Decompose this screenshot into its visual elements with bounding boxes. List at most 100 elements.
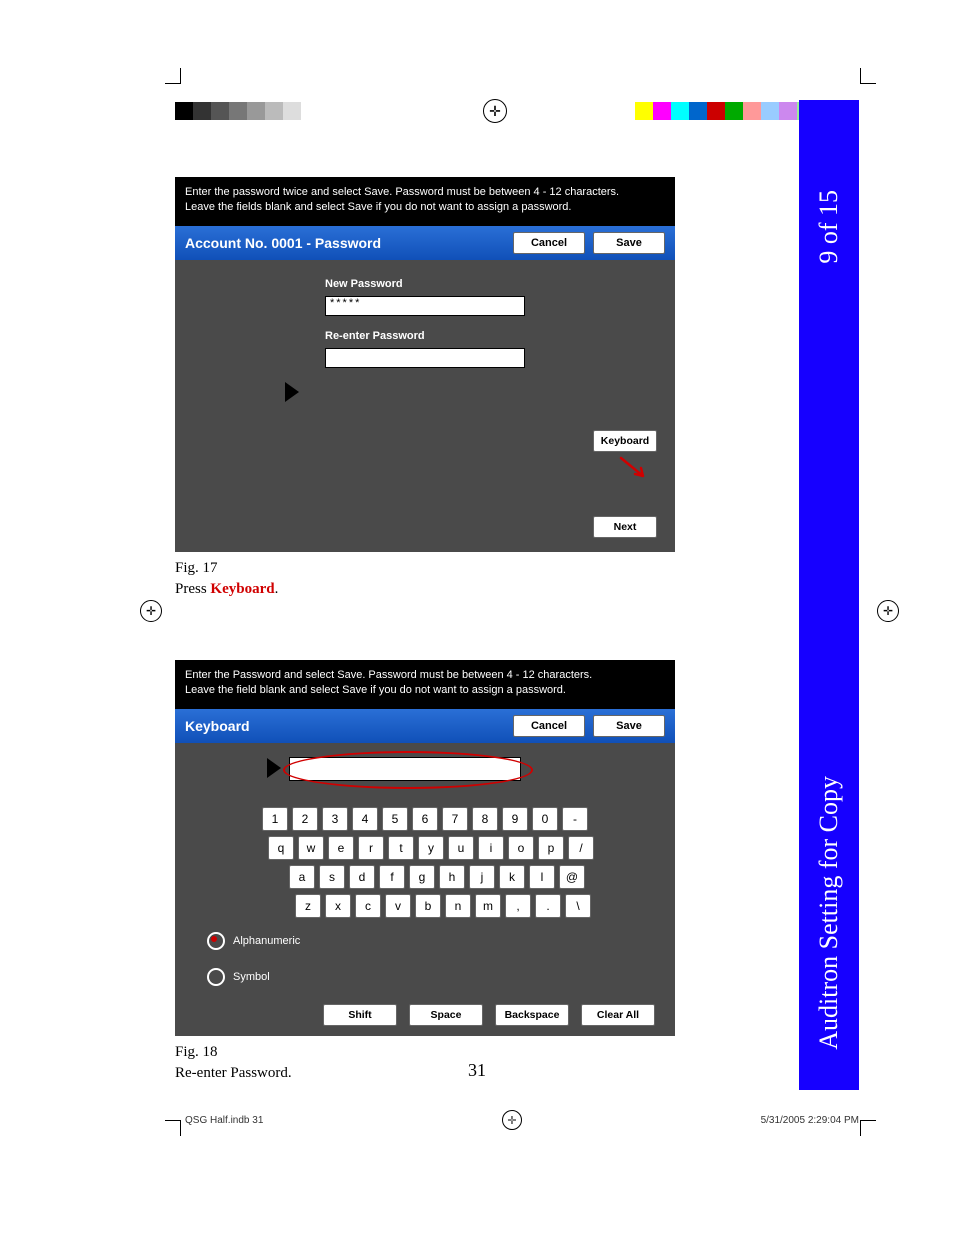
dialog-body: 1234567890- qwertyuiop/ asdfghjkl@ zxcvbnm,… bbox=[175, 743, 675, 1036]
keyboard-key[interactable]: b bbox=[415, 894, 441, 918]
keyboard-key[interactable]: 7 bbox=[442, 807, 468, 831]
keyboard-key[interactable]: i bbox=[478, 836, 504, 860]
registration-mark-icon: ✛ bbox=[483, 99, 507, 123]
color-swatch bbox=[725, 102, 743, 120]
keyboard-key[interactable]: k bbox=[499, 865, 525, 889]
color-swatch bbox=[743, 102, 761, 120]
color-swatch bbox=[779, 102, 797, 120]
keyboard-key[interactable]: a bbox=[289, 865, 315, 889]
page-number: 31 bbox=[0, 1060, 954, 1081]
keyboard-key[interactable]: 1 bbox=[262, 807, 288, 831]
keyboard-key[interactable]: e bbox=[328, 836, 354, 860]
keyboard-key[interactable]: z bbox=[295, 894, 321, 918]
keyboard-key[interactable]: 4 bbox=[352, 807, 378, 831]
alphanumeric-radio[interactable]: Alphanumeric bbox=[207, 932, 661, 950]
print-footer: QSG Half.indb 31 ✛ 5/31/2005 2:29:04 PM bbox=[185, 1110, 859, 1130]
keyboard-key[interactable]: d bbox=[349, 865, 375, 889]
color-swatch bbox=[175, 102, 193, 120]
keyboard-key[interactable]: g bbox=[409, 865, 435, 889]
cursor-arrow-icon bbox=[267, 758, 281, 778]
keyboard-key[interactable]: @ bbox=[559, 865, 585, 889]
keyboard-key[interactable]: u bbox=[448, 836, 474, 860]
backspace-button[interactable]: Backspace bbox=[495, 1004, 569, 1026]
title-bar: Keyboard Cancel Save bbox=[175, 709, 675, 743]
keyboard-key[interactable]: r bbox=[358, 836, 384, 860]
color-swatches-right bbox=[635, 102, 815, 120]
title-bar-title: Keyboard bbox=[185, 718, 505, 734]
keyboard-key[interactable]: m bbox=[475, 894, 501, 918]
color-swatch bbox=[337, 102, 355, 120]
document-page: ✛ ✛ ✛ Enter the password twice and selec… bbox=[0, 0, 954, 1235]
keyboard-key[interactable]: 6 bbox=[412, 807, 438, 831]
color-swatch bbox=[653, 102, 671, 120]
keyboard-key[interactable]: \ bbox=[565, 894, 591, 918]
screenshot-fig17: Enter the password twice and select Save… bbox=[175, 177, 675, 552]
keyboard-key[interactable]: j bbox=[469, 865, 495, 889]
color-swatch bbox=[211, 102, 229, 120]
registration-mark-icon: ✛ bbox=[140, 600, 162, 622]
keyboard-key[interactable]: w bbox=[298, 836, 324, 860]
keyboard-key[interactable]: 3 bbox=[322, 807, 348, 831]
shift-button[interactable]: Shift bbox=[323, 1004, 397, 1026]
keyboard-button[interactable]: Keyboard bbox=[593, 430, 657, 452]
keyboard-key[interactable]: x bbox=[325, 894, 351, 918]
onscreen-keyboard: 1234567890- qwertyuiop/ asdfghjkl@ zxcvbnm,… bbox=[189, 807, 661, 918]
keyboard-key[interactable]: n bbox=[445, 894, 471, 918]
title-bar: Account No. 0001 - Password Cancel Save bbox=[175, 226, 675, 260]
keyboard-key[interactable]: h bbox=[439, 865, 465, 889]
reenter-password-label: Re-enter Password bbox=[325, 330, 655, 342]
crop-mark bbox=[860, 1120, 876, 1136]
cancel-button[interactable]: Cancel bbox=[513, 715, 585, 737]
keyboard-key[interactable]: s bbox=[319, 865, 345, 889]
instruction-text: Enter the password twice and select Save… bbox=[175, 177, 675, 226]
keyboard-key[interactable]: p bbox=[538, 836, 564, 860]
color-swatch bbox=[671, 102, 689, 120]
symbol-radio[interactable]: Symbol bbox=[207, 968, 661, 986]
instruction-text: Enter the Password and select Save. Pass… bbox=[175, 660, 675, 709]
color-swatch bbox=[265, 102, 283, 120]
crop-mark bbox=[860, 68, 876, 84]
keyboard-key[interactable]: q bbox=[268, 836, 294, 860]
color-swatches-left bbox=[175, 102, 355, 120]
keyboard-key[interactable]: t bbox=[388, 836, 414, 860]
keyboard-mode-radios: Alphanumeric Symbol bbox=[189, 932, 661, 986]
keyboard-key[interactable]: o bbox=[508, 836, 534, 860]
keyboard-key[interactable]: 2 bbox=[292, 807, 318, 831]
keyboard-key[interactable]: v bbox=[385, 894, 411, 918]
keyboard-key[interactable]: l bbox=[529, 865, 555, 889]
registration-bar: ✛ bbox=[175, 100, 815, 122]
callout-oval-icon bbox=[283, 751, 533, 789]
crop-mark bbox=[165, 68, 181, 84]
footer-timestamp: 5/31/2005 2:29:04 PM bbox=[761, 1115, 859, 1126]
save-button[interactable]: Save bbox=[593, 232, 665, 254]
cancel-button[interactable]: Cancel bbox=[513, 232, 585, 254]
keyboard-key[interactable]: f bbox=[379, 865, 405, 889]
crop-mark bbox=[165, 1120, 181, 1136]
keyboard-key[interactable]: 9 bbox=[502, 807, 528, 831]
registration-mark-icon: ✛ bbox=[877, 600, 899, 622]
keyboard-key[interactable]: 8 bbox=[472, 807, 498, 831]
section-tab: 9 of 15 Auditron Setting for Copy bbox=[799, 100, 859, 1090]
color-swatch bbox=[229, 102, 247, 120]
footer-file: QSG Half.indb 31 bbox=[185, 1115, 263, 1126]
dialog-body: New Password ***** Re-enter Password Key… bbox=[175, 260, 675, 552]
clear-all-button[interactable]: Clear All bbox=[581, 1004, 655, 1026]
keyboard-key[interactable]: y bbox=[418, 836, 444, 860]
keyboard-key[interactable]: - bbox=[562, 807, 588, 831]
space-button[interactable]: Space bbox=[409, 1004, 483, 1026]
next-button[interactable]: Next bbox=[593, 516, 657, 538]
color-swatch bbox=[635, 102, 653, 120]
color-swatch bbox=[319, 102, 337, 120]
keyboard-key[interactable]: 0 bbox=[532, 807, 558, 831]
save-button[interactable]: Save bbox=[593, 715, 665, 737]
keyboard-key[interactable]: 5 bbox=[382, 807, 408, 831]
keyboard-key[interactable]: , bbox=[505, 894, 531, 918]
new-password-input[interactable]: ***** bbox=[325, 296, 525, 316]
keyboard-key[interactable]: / bbox=[568, 836, 594, 860]
color-swatch bbox=[193, 102, 211, 120]
keyboard-key[interactable]: c bbox=[355, 894, 381, 918]
content-area: ✛ Enter the password twice and select Sa… bbox=[175, 100, 815, 1084]
reenter-password-input[interactable] bbox=[325, 348, 525, 368]
keyboard-key[interactable]: . bbox=[535, 894, 561, 918]
title-bar-title: Account No. 0001 - Password bbox=[185, 235, 505, 251]
